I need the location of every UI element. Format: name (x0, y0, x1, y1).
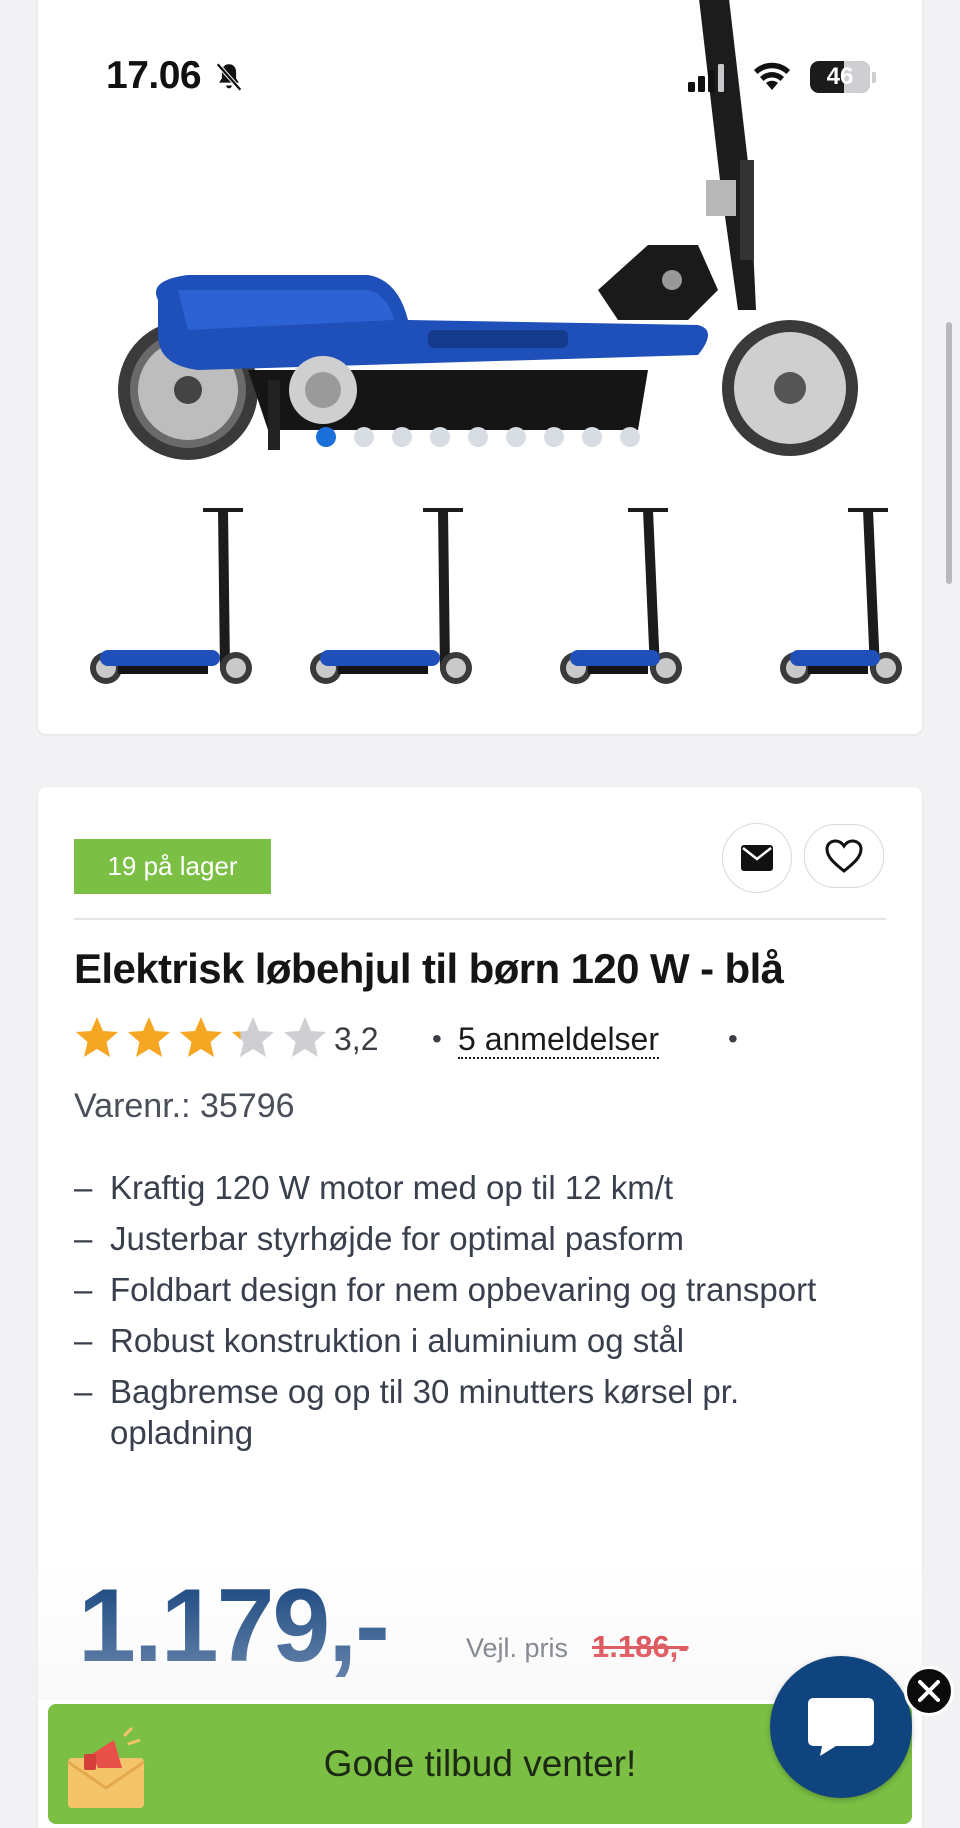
share-email-button[interactable] (722, 823, 792, 893)
rating-separator-2: • (728, 1023, 738, 1054)
rrp-value: 1.186,- (592, 1629, 689, 1664)
sku-value: 35796 (200, 1087, 295, 1125)
bell-slash-icon (216, 62, 242, 92)
page-scrollbar[interactable] (946, 322, 952, 584)
gallery-dot[interactable] (354, 427, 374, 447)
battery-tip (872, 72, 876, 83)
feature-item: – Foldbart design for nem opbevaring og t… (74, 1269, 874, 1310)
feature-text: Bagbremse og op til 30 minutters kørsel … (110, 1373, 740, 1451)
gallery-dot[interactable] (430, 427, 450, 447)
favorite-button[interactable] (804, 824, 884, 888)
price: 1.179,- (78, 1568, 390, 1684)
feature-bullet: – (74, 1271, 93, 1308)
chat-button[interactable] (770, 1656, 912, 1798)
sku-label: Varenr.: (74, 1087, 200, 1125)
chat-bubble-icon (808, 1698, 874, 1756)
feature-bullet: – (74, 1169, 93, 1206)
thumbnail[interactable] (78, 490, 268, 710)
star-icon (232, 1017, 274, 1057)
gallery-dot[interactable] (620, 427, 640, 447)
thumbnail-strip (38, 490, 922, 710)
gallery-dot[interactable] (544, 427, 564, 447)
rating-row: 3,2 • 5 anmeldelser • (74, 1015, 894, 1065)
divider (74, 918, 886, 920)
feature-item: – Robust konstruktion i aluminium og stål (74, 1320, 874, 1361)
feature-bullet: – (74, 1322, 93, 1359)
feature-text: Justerbar styrhøjde for optimal pasform (110, 1220, 685, 1257)
close-icon (918, 1680, 940, 1702)
price-row: 1.179,- Vejl. pris 1.186,- (78, 1567, 898, 1687)
feature-list: – Kraftig 120 W motor med op til 12 km/t –… (74, 1167, 874, 1463)
feature-item: – Justerbar styrhøjde for optimal pasform (74, 1218, 874, 1259)
star-icon (284, 1017, 326, 1057)
feature-text: Foldbart design for nem opbevaring og tr… (110, 1271, 817, 1308)
gallery-dot[interactable] (392, 427, 412, 447)
signal-icon (688, 64, 724, 92)
battery-level: 46 (826, 63, 854, 90)
feature-text: Kraftig 120 W motor med op til 12 km/t (110, 1169, 674, 1206)
gallery-dot[interactable] (506, 427, 526, 447)
status-time: 17.06 (106, 54, 202, 97)
feature-bullet: – (74, 1220, 93, 1257)
rrp-label: Vejl. pris (466, 1633, 569, 1663)
heart-icon (825, 839, 863, 873)
wifi-icon (754, 62, 790, 90)
sku: Varenr.: 35796 (74, 1087, 295, 1126)
gallery-pagination (38, 427, 922, 451)
feature-item: – Kraftig 120 W motor med op til 12 km/t (74, 1167, 874, 1208)
product-info-card: 19 på lager Elektrisk løbehjul til børn … (38, 787, 922, 1828)
star-icon (180, 1017, 222, 1057)
product-title: Elektrisk løbehjul til børn 120 W - blå (74, 945, 784, 992)
status-bar: 17.06 46 (0, 0, 960, 160)
reviews-link[interactable]: 5 anmeldelser (458, 1021, 659, 1059)
star-icon (76, 1017, 118, 1057)
gallery-dot[interactable] (316, 427, 336, 447)
thumbnail[interactable] (518, 490, 708, 710)
close-chat-button[interactable] (904, 1666, 954, 1716)
gallery-dot[interactable] (468, 427, 488, 447)
stock-badge: 19 på lager (74, 839, 271, 894)
rating-separator: • (432, 1023, 442, 1054)
thumbnail[interactable] (298, 490, 488, 710)
feature-item: – Bagbremse og op til 30 minutters kørsel… (74, 1371, 874, 1453)
rating-value: 3,2 (334, 1021, 379, 1057)
thumbnail[interactable] (738, 490, 922, 710)
star-icon (128, 1017, 170, 1057)
gallery-dot[interactable] (582, 427, 602, 447)
product-page: 17.06 46 19 på lager Elektrisk løbehjul … (0, 0, 960, 1828)
envelope-icon (741, 845, 773, 871)
feature-bullet: – (74, 1373, 93, 1410)
feature-text: Robust konstruktion i aluminium og stål (110, 1322, 685, 1359)
battery-icon: 46 (810, 61, 870, 93)
